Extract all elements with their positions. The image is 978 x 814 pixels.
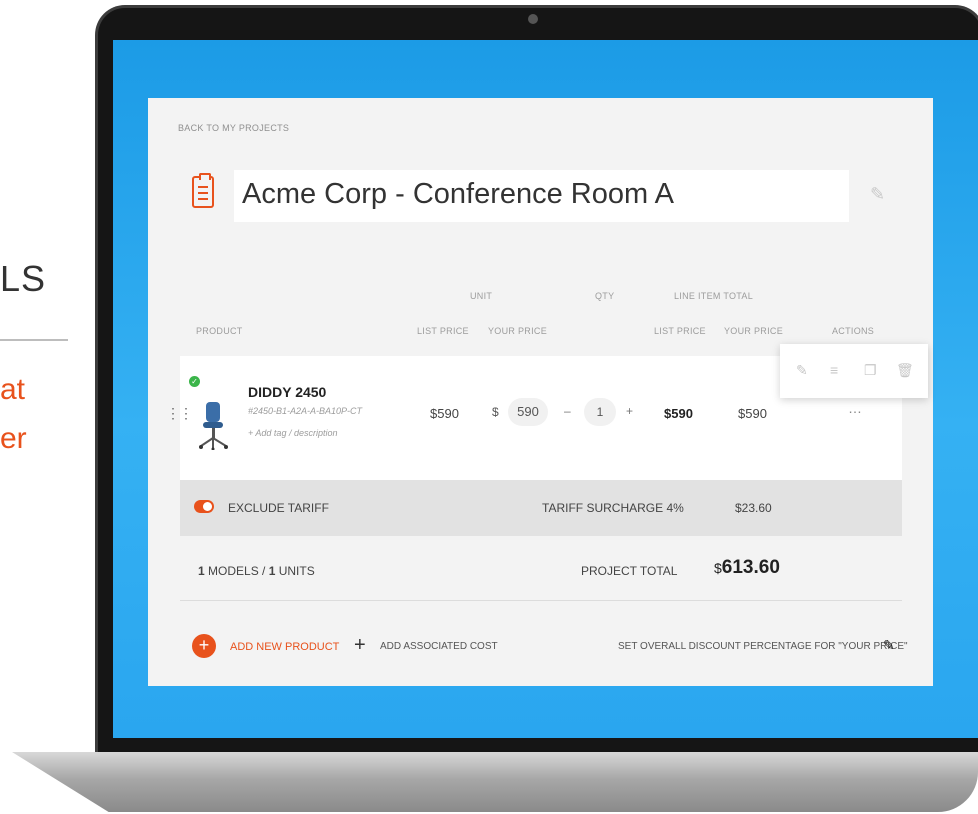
- models-label: MODELS /: [204, 564, 269, 578]
- office-chair-icon: [199, 402, 228, 450]
- edit-pencil-icon[interactable]: ✎: [796, 362, 808, 379]
- project-total-amount: $613.60: [714, 557, 780, 579]
- your-price-currency: $: [492, 405, 499, 419]
- your-price-input[interactable]: 590: [508, 398, 548, 426]
- project-total-label: PROJECT TOTAL: [581, 564, 678, 578]
- tariff-surcharge-value: $23.60: [735, 501, 772, 515]
- laptop-camera: [528, 14, 538, 24]
- set-discount-link[interactable]: SET OVERALL DISCOUNT PERCENTAGE FOR "YOU…: [618, 641, 908, 652]
- edit-title-pencil-icon[interactable]: ✎: [870, 184, 885, 205]
- qty-decrement-button[interactable]: –: [564, 404, 571, 418]
- line-total-list-price: $590: [664, 406, 693, 421]
- exclude-tariff-label: EXCLUDE TARIFF: [228, 501, 329, 515]
- tariff-surcharge-label: TARIFF SURCHARGE 4%: [542, 501, 684, 515]
- drag-handle-icon[interactable]: ⋮⋮: [166, 406, 193, 428]
- unit-list-price: $590: [430, 406, 459, 421]
- add-cost-plus-icon[interactable]: +: [354, 634, 366, 657]
- product-sku: #2450-B1-A2A-A-BA10P-CT: [248, 406, 363, 416]
- qty-increment-button[interactable]: +: [626, 404, 633, 418]
- project-title-bar: Acme Corp - Conference Room A: [186, 170, 896, 222]
- check-circle-icon: ✓: [189, 376, 200, 387]
- col-header-unit: UNIT: [470, 291, 493, 301]
- tariff-bar: EXCLUDE TARIFF TARIFF SURCHARGE 4% $23.6…: [180, 480, 902, 536]
- row-actions-popover: ✎ ≡ ❐ 🗑: [780, 344, 928, 398]
- col-header-your-price: YOUR PRICE: [488, 326, 548, 336]
- project-total-value: 613.60: [721, 557, 780, 578]
- add-tag-link[interactable]: + Add tag / description: [248, 428, 337, 438]
- trash-icon[interactable]: 🗑: [896, 362, 914, 379]
- add-new-product-link[interactable]: ADD NEW PRODUCT: [230, 641, 339, 653]
- models-units-summary: 1 MODELS / 1 UNITS: [198, 564, 315, 578]
- models-count: 1: [198, 564, 205, 578]
- slide-text-line-1: at: [0, 373, 26, 406]
- back-to-projects-link[interactable]: BACK TO MY PROJECTS: [178, 123, 289, 133]
- laptop-base: [12, 752, 978, 812]
- col-header-actions: ACTIONS: [832, 326, 875, 336]
- add-associated-cost-link[interactable]: ADD ASSOCIATED COST: [380, 641, 498, 652]
- slide-text-line-2: er: [0, 422, 27, 455]
- copy-icon[interactable]: ❐: [864, 362, 877, 379]
- col-header-product: PRODUCT: [196, 326, 243, 336]
- col-header-qty: QTY: [595, 291, 615, 301]
- footer-divider: [180, 600, 902, 601]
- exclude-tariff-toggle[interactable]: [194, 500, 214, 513]
- list-icon[interactable]: ≡: [830, 362, 838, 378]
- clipboard-icon: [192, 173, 214, 208]
- project-title-field[interactable]: Acme Corp - Conference Room A: [234, 170, 849, 222]
- quantity-stepper: – 1 +: [562, 398, 642, 426]
- col-header-total-list-price: LIST PRICE: [654, 326, 706, 336]
- qty-input[interactable]: 1: [584, 398, 616, 426]
- slide-divider: [0, 339, 68, 341]
- line-total-your-price: $590: [738, 406, 767, 421]
- project-title: Acme Corp - Conference Room A: [242, 178, 674, 210]
- more-actions-button[interactable]: …: [848, 400, 863, 416]
- col-header-line-item-total: LINE ITEM TOTAL: [674, 291, 754, 301]
- col-header-total-your-price: YOUR PRICE: [724, 326, 784, 336]
- quote-builder-app: BACK TO MY PROJECTS Acme Corp - Conferen…: [148, 98, 933, 686]
- col-header-list-price: LIST PRICE: [417, 326, 469, 336]
- units-label: UNITS: [275, 564, 315, 578]
- project-total-currency: $: [714, 560, 722, 576]
- product-name: DIDDY 2450: [248, 384, 327, 400]
- discount-pencil-icon[interactable]: ✎: [883, 637, 895, 654]
- add-product-plus-icon[interactable]: +: [192, 634, 216, 658]
- slide-heading: LS: [0, 258, 47, 299]
